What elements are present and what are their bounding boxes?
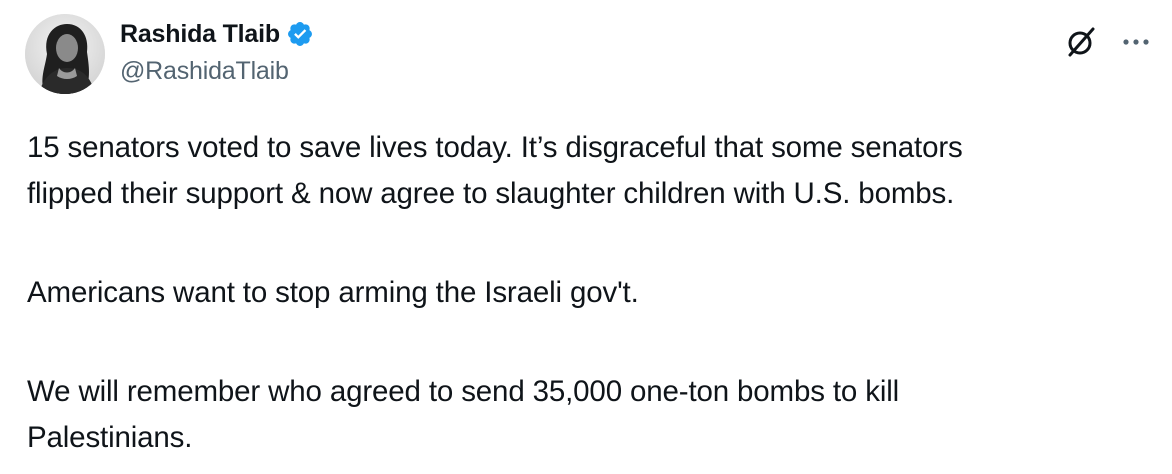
tweet-line: 15 senators voted to save lives today. I… (27, 131, 963, 164)
more-options-icon[interactable] (1116, 22, 1156, 62)
author-block: Rashida Tlaib @RashidaTlaib (120, 16, 314, 86)
verified-badge-icon[interactable] (286, 20, 314, 48)
tweet-line: Palestinians. (27, 421, 193, 454)
previous-content-sliver (0, 0, 1172, 6)
avatar-image (25, 14, 105, 94)
avatar[interactable] (25, 14, 105, 94)
tweet-paragraph-3: We will remember who agreed to send 35,0… (27, 369, 1157, 461)
name-row: Rashida Tlaib (120, 16, 314, 52)
tweet: Rashida Tlaib @RashidaTlaib 15 senators … (0, 0, 1172, 474)
grok-icon[interactable] (1061, 22, 1101, 62)
tweet-line: We will remember who agreed to send 35,0… (27, 375, 900, 408)
tweet-paragraph-2: Americans want to stop arming the Israel… (27, 276, 639, 309)
display-name[interactable]: Rashida Tlaib (120, 20, 280, 49)
user-handle[interactable]: @RashidaTlaib (120, 57, 314, 86)
tweet-line: flipped their support & now agree to sla… (27, 177, 955, 210)
tweet-paragraph-1: 15 senators voted to save lives today. I… (27, 125, 1157, 217)
tweet-text: 15 senators voted to save lives today. I… (27, 125, 1157, 461)
